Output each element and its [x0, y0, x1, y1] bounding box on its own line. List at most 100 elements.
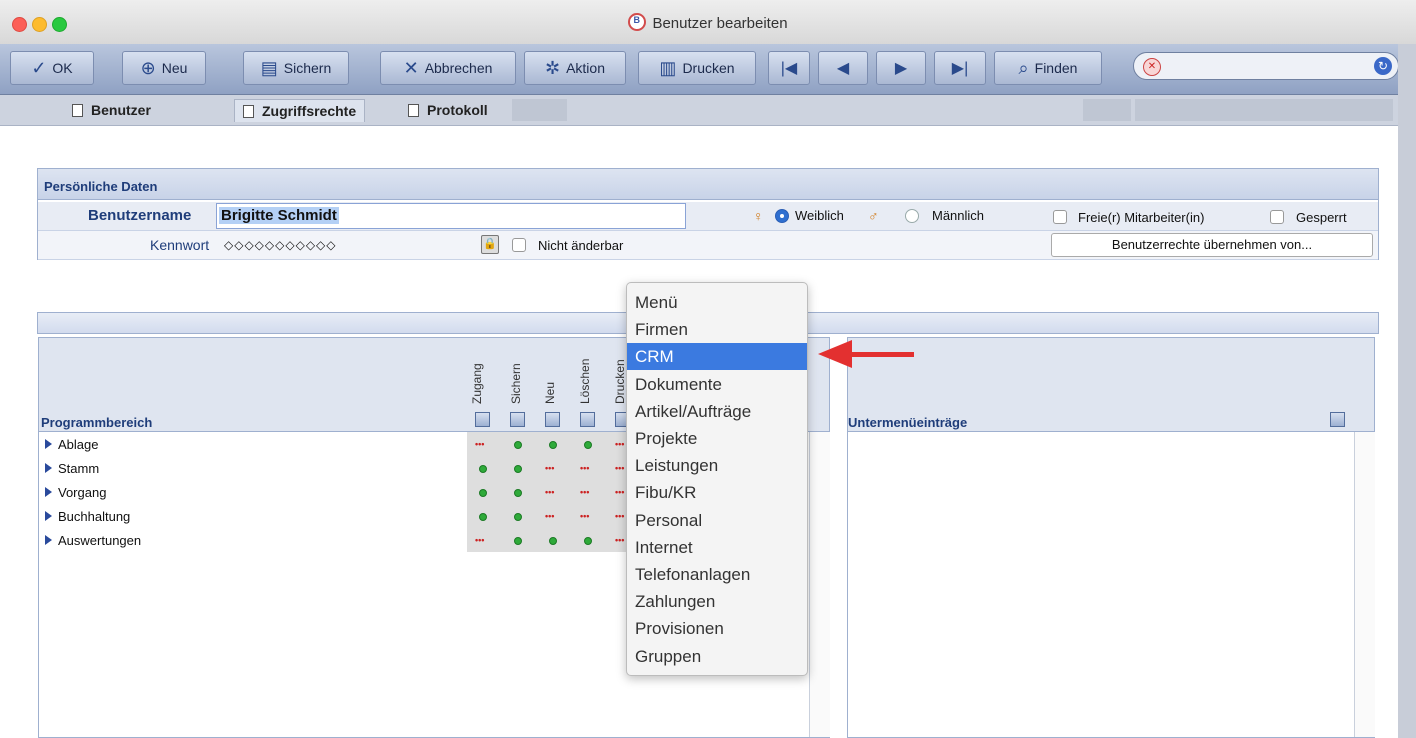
- cancel-button[interactable]: ✕ Abbrechen: [380, 51, 516, 85]
- female-label: Weiblich: [795, 208, 844, 223]
- female-person-icon: ♀: [753, 208, 764, 224]
- next-record-button[interactable]: ▶: [876, 51, 926, 85]
- disclosure-triangle-icon[interactable]: [45, 439, 52, 449]
- tab-label: Protokoll: [427, 102, 488, 118]
- find-button[interactable]: ⌕ Finden: [994, 51, 1102, 85]
- clear-search-icon[interactable]: ✕: [1143, 58, 1161, 76]
- locked-checkbox[interactable]: [1270, 210, 1284, 224]
- permission-partial-icon[interactable]: •••: [615, 511, 624, 521]
- male-radio[interactable]: [905, 209, 919, 223]
- app-logo-icon: [628, 13, 647, 31]
- unchangeable-checkbox[interactable]: [512, 238, 526, 252]
- vertical-scrollbar[interactable]: [809, 432, 830, 737]
- permission-partial-icon[interactable]: •••: [615, 487, 624, 497]
- search-go-icon[interactable]: ↻: [1374, 57, 1392, 75]
- permission-partial-icon[interactable]: •••: [615, 439, 624, 449]
- new-button[interactable]: ⊕ Neu: [122, 51, 206, 85]
- dropdown-item[interactable]: Internet: [627, 534, 807, 561]
- female-radio[interactable]: [775, 209, 789, 223]
- permission-partial-icon[interactable]: •••: [475, 535, 484, 545]
- username-field[interactable]: Brigitte Schmidt: [216, 203, 686, 229]
- dropdown-item[interactable]: Leistungen: [627, 452, 807, 479]
- submenu-panel: Untermenüeinträge: [847, 337, 1375, 738]
- print-button[interactable]: ▥ Drucken: [638, 51, 756, 85]
- tree-row-label: Vorgang: [58, 484, 107, 500]
- permission-granted-icon[interactable]: [584, 441, 592, 449]
- permission-granted-icon[interactable]: [549, 441, 557, 449]
- permission-granted-icon[interactable]: [514, 441, 522, 449]
- permission-granted-icon[interactable]: [514, 465, 522, 473]
- access-column-icon[interactable]: [475, 412, 490, 427]
- permission-granted-icon[interactable]: [584, 537, 592, 545]
- title-bar: Benutzer bearbeiten: [0, 0, 1416, 45]
- permission-granted-icon[interactable]: [514, 537, 522, 545]
- column-header-sichern: Sichern: [509, 363, 523, 404]
- dropdown-item[interactable]: Zahlungen: [627, 588, 807, 615]
- category-dropdown-menu[interactable]: Menü Firmen CRM Dokumente Artikel/Aufträge Pr…: [626, 282, 808, 676]
- lock-icon[interactable]: 🔒: [481, 235, 499, 254]
- vertical-scrollbar[interactable]: [1354, 432, 1375, 737]
- previous-record-button[interactable]: ◀: [818, 51, 868, 85]
- toolbar: ✓ OK ⊕ Neu ▤ Sichern ✕ Abbrechen ✲ Aktion ▥ Dr…: [0, 44, 1416, 95]
- dropdown-item[interactable]: Provisionen: [627, 615, 807, 642]
- delete-column-icon[interactable]: [580, 412, 595, 427]
- tab-protokoll[interactable]: Protokoll: [408, 99, 488, 121]
- copy-rights-button[interactable]: Benutzerrechte übernehmen von...: [1051, 233, 1373, 257]
- first-icon: |◀: [780, 60, 798, 77]
- tree-row[interactable]: Buchhaltung: [45, 504, 130, 528]
- window-title-text: Benutzer bearbeiten: [652, 15, 788, 32]
- tree-row-label: Ablage: [58, 436, 99, 452]
- permission-granted-icon[interactable]: [514, 489, 522, 497]
- permission-partial-icon[interactable]: •••: [545, 511, 554, 521]
- permission-granted-icon[interactable]: [479, 513, 487, 521]
- dropdown-item[interactable]: Gruppen: [627, 643, 807, 670]
- action-label: Aktion: [566, 60, 605, 76]
- dropdown-item[interactable]: Fibu/KR: [627, 479, 807, 506]
- permission-granted-icon[interactable]: [479, 465, 487, 473]
- disclosure-triangle-icon[interactable]: [45, 511, 52, 521]
- dropdown-item[interactable]: Projekte: [627, 425, 807, 452]
- permission-partial-icon[interactable]: •••: [475, 439, 484, 449]
- action-button[interactable]: ✲ Aktion: [524, 51, 626, 85]
- permission-partial-icon[interactable]: •••: [580, 511, 589, 521]
- permission-granted-icon[interactable]: [514, 513, 522, 521]
- permission-granted-icon[interactable]: [479, 489, 487, 497]
- tab-bar-segment: [1135, 99, 1393, 121]
- new-column-icon[interactable]: [545, 412, 560, 427]
- permission-partial-icon[interactable]: •••: [580, 463, 589, 473]
- permission-granted-icon[interactable]: [549, 537, 557, 545]
- ok-button[interactable]: ✓ OK: [10, 51, 94, 85]
- permission-partial-icon[interactable]: •••: [545, 463, 554, 473]
- last-record-button[interactable]: ▶|: [934, 51, 986, 85]
- dropdown-item[interactable]: Artikel/Aufträge: [627, 398, 807, 425]
- tab-benutzer[interactable]: Benutzer: [72, 99, 151, 121]
- permission-partial-icon[interactable]: •••: [545, 487, 554, 497]
- password-label: Kennwort: [150, 237, 210, 253]
- dropdown-item[interactable]: Menü: [627, 289, 807, 316]
- password-field[interactable]: ◇◇◇◇◇◇◇◇◇◇◇: [224, 238, 337, 252]
- tree-row[interactable]: Auswertungen: [45, 528, 141, 552]
- permission-partial-icon[interactable]: •••: [580, 487, 589, 497]
- tab-zugriffsrechte[interactable]: Zugriffsrechte: [234, 99, 366, 122]
- dropdown-item[interactable]: Telefonanlagen: [627, 561, 807, 588]
- search-input[interactable]: ✕ ↻: [1133, 52, 1399, 80]
- disclosure-triangle-icon[interactable]: [45, 487, 52, 497]
- permission-partial-icon[interactable]: •••: [615, 535, 624, 545]
- save-button[interactable]: ▤ Sichern: [243, 51, 349, 85]
- freelancer-checkbox[interactable]: [1053, 210, 1067, 224]
- dropdown-item[interactable]: CRM: [627, 343, 807, 371]
- tree-row-label: Stamm: [58, 460, 100, 476]
- save-column-icon[interactable]: [510, 412, 525, 427]
- disclosure-triangle-icon[interactable]: [45, 535, 52, 545]
- dropdown-item[interactable]: Dokumente: [627, 371, 807, 398]
- permission-partial-icon[interactable]: •••: [615, 463, 624, 473]
- dropdown-item[interactable]: Firmen: [627, 316, 807, 343]
- tree-row[interactable]: Vorgang: [45, 480, 106, 504]
- tree-row[interactable]: Stamm: [45, 456, 99, 480]
- personal-data-header: Persönliche Daten: [38, 169, 1378, 200]
- disclosure-triangle-icon[interactable]: [45, 463, 52, 473]
- tree-row[interactable]: Ablage: [45, 432, 98, 456]
- submenu-access-icon[interactable]: [1330, 412, 1345, 427]
- first-record-button[interactable]: |◀: [768, 51, 810, 85]
- dropdown-item[interactable]: Personal: [627, 507, 807, 534]
